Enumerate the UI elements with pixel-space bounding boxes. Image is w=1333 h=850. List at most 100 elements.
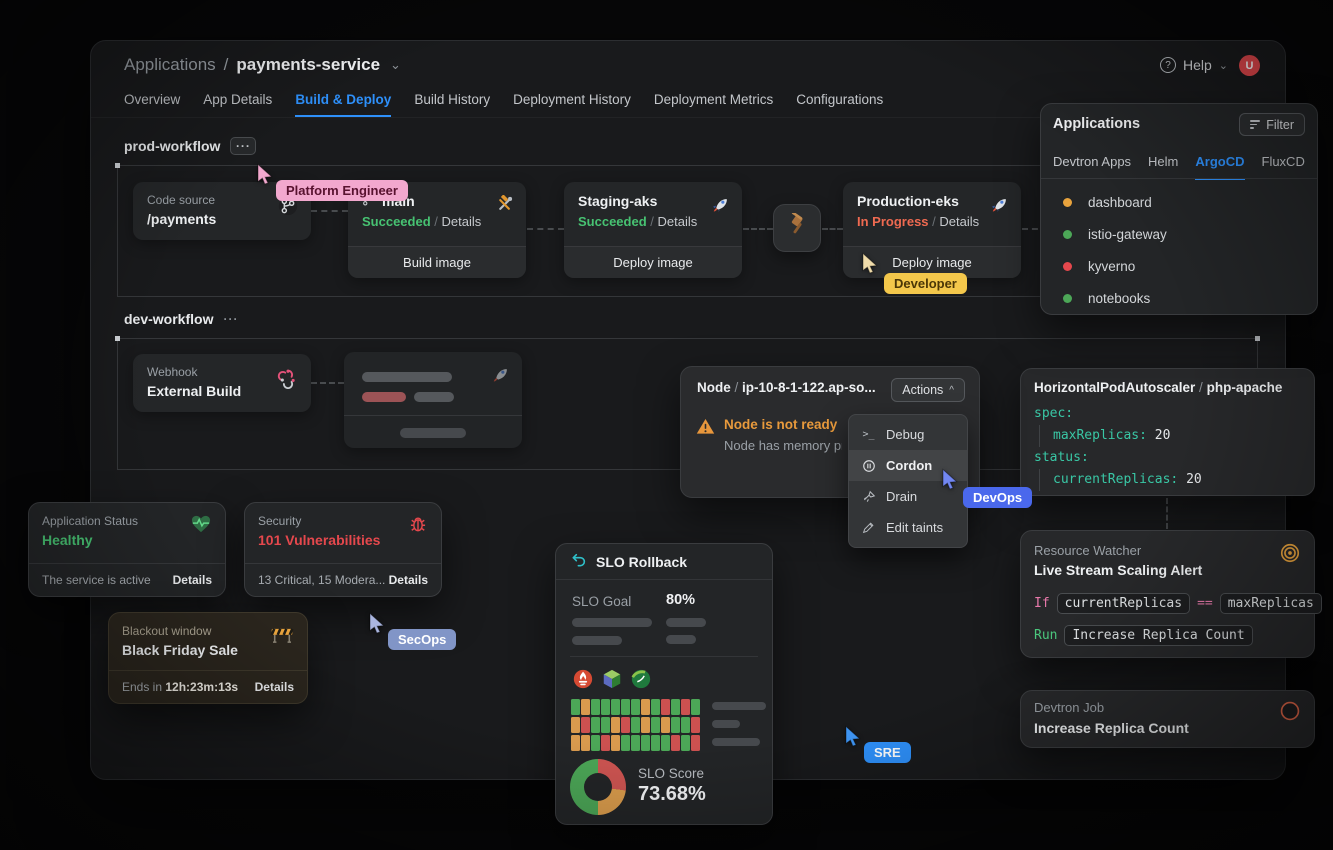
blackout-title: Blackout window [122,624,294,638]
prometheus-icon [572,668,594,695]
resource-watcher-name: Live Stream Scaling Alert [1034,562,1202,578]
filter-button[interactable]: Filter [1239,113,1305,136]
menu-item-debug[interactable]: >_ Debug [849,419,967,450]
slo-grid-cell [671,735,680,751]
app-list-item[interactable]: notebooks [1041,282,1317,314]
tab-deployment-metrics[interactable]: Deployment Metrics [654,92,773,117]
cube-icon [601,668,623,695]
tab-app-details[interactable]: App Details [203,92,272,117]
filter-label: Filter [1266,118,1294,132]
hpa-yaml: spec: maxReplicas: 20 status: currentRep… [1034,403,1202,491]
run-keyword: Run [1034,628,1057,643]
user-avatar[interactable]: U [1239,55,1260,76]
app-list-item[interactable]: istio-gateway [1041,218,1317,250]
tab-devtron-apps[interactable]: Devtron Apps [1053,154,1131,180]
skeleton-bar [362,372,452,382]
tab-helm[interactable]: Helm [1148,154,1178,180]
dev-workflow-label: dev-workflow [124,311,213,327]
breadcrumb-current[interactable]: payments-service [236,55,380,75]
condition-right-chip: maxReplicas [1220,593,1322,614]
separator: / [1199,380,1203,395]
slo-grid-cell [601,735,610,751]
app-list-item[interactable]: kyverno [1041,250,1317,282]
app-name: istio-gateway [1088,227,1167,242]
developer-cursor [860,252,880,278]
slo-goal-label: SLO Goal [572,594,631,609]
blackout-footer-prefix: Ends in [122,680,162,694]
breadcrumb-root[interactable]: Applications [124,55,216,75]
tab-argocd[interactable]: ArgoCD [1195,154,1244,180]
application-status-details-link[interactable]: Details [173,573,212,587]
build-details-link[interactable]: Details [442,214,482,229]
build-image-button[interactable]: Build image [348,246,526,278]
tab-configurations[interactable]: Configurations [796,92,883,117]
staging-env-name: Staging-aks [578,193,657,209]
divider [344,415,522,416]
menu-item-edit-taints[interactable]: Edit taints [849,512,967,543]
webhook-card[interactable]: Webhook External Build [133,354,311,412]
pending-pipeline-card[interactable] [344,352,522,448]
slo-grid-cell [571,717,580,733]
blackout-footer: Ends in 12h:23m:13s [122,680,238,694]
divider [570,656,758,657]
help-menu[interactable]: ? Help ⌄ [1160,57,1228,73]
tab-build-and-deploy[interactable]: Build & Deploy [295,92,391,117]
sre-badge: SRE [864,742,911,763]
dev-workflow-title: dev-workflow ··· [124,311,238,327]
filter-icon [1250,120,1260,129]
slo-grid-cell [571,735,580,751]
skeleton-bar [712,720,740,728]
tab-fluxcd[interactable]: FluxCD [1262,154,1305,180]
skeleton-bar [666,635,696,644]
if-keyword: If [1034,596,1050,611]
yaml-value: 20 [1186,472,1202,487]
slo-grid-cell [671,717,680,733]
canvas-handle[interactable] [115,163,120,168]
canvas-handle[interactable] [115,336,120,341]
tab-build-history[interactable]: Build History [414,92,490,117]
prod-workflow-menu-button[interactable]: ··· [230,137,256,155]
heart-pulse-icon [190,514,212,539]
breadcrumb: Applications / payments-service ⌄ [124,55,401,75]
spiral-icon [1279,542,1301,569]
webhook-icon [277,367,299,394]
menu-item-label: Edit taints [886,520,943,535]
skeleton-bar [712,738,760,746]
status-dot [1063,230,1072,239]
skeleton-bar [414,392,454,402]
staging-deploy-image-button[interactable]: Deploy image [564,246,742,278]
blackout-details-link[interactable]: Details [255,680,294,694]
dev-workflow-menu-button[interactable]: ··· [223,312,238,326]
operator: == [1197,596,1213,611]
rocket-icon [989,195,1009,220]
chevron-down-icon[interactable]: ⌄ [390,57,401,73]
slo-grid-cell [591,717,600,733]
slo-grid [571,699,700,751]
staging-pipeline-card[interactable]: Staging-aks Succeeded / Details Deploy i… [564,182,742,278]
staging-details-link[interactable]: Details [658,214,698,229]
slo-grid-cell [621,717,630,733]
actions-button[interactable]: Actions ^ [891,378,965,402]
slo-rollback-title: SLO Rollback [596,554,687,570]
slo-rollback-panel: SLO Rollback SLO Goal 80% SLO Score 73.6… [555,543,773,825]
slo-goal-value: 80% [666,592,695,608]
slo-grid-cell [671,699,680,715]
skeleton-bar [362,392,406,402]
status-dot [1063,262,1072,271]
production-details-link[interactable]: Details [939,214,979,229]
connector [1166,498,1168,529]
blackout-countdown: 12h:23m:13s [165,680,238,694]
terminal-icon: >_ [861,429,876,440]
security-details-link[interactable]: Details [389,573,428,587]
resource-watcher-panel: Resource Watcher Live Stream Scaling Ale… [1020,530,1315,658]
slo-grid-cell [591,699,600,715]
approval-gate[interactable] [773,204,821,252]
app-list-item[interactable]: dashboard [1041,186,1317,218]
staging-status: Succeeded [578,214,647,229]
undo-icon [571,552,587,571]
tab-deployment-history[interactable]: Deployment History [513,92,631,117]
tab-overview[interactable]: Overview [124,92,180,117]
slo-grid-cell [681,735,690,751]
security-card: Security 101 Vulnerabilities 13 Critical… [244,502,442,597]
canvas-handle[interactable] [1255,336,1260,341]
